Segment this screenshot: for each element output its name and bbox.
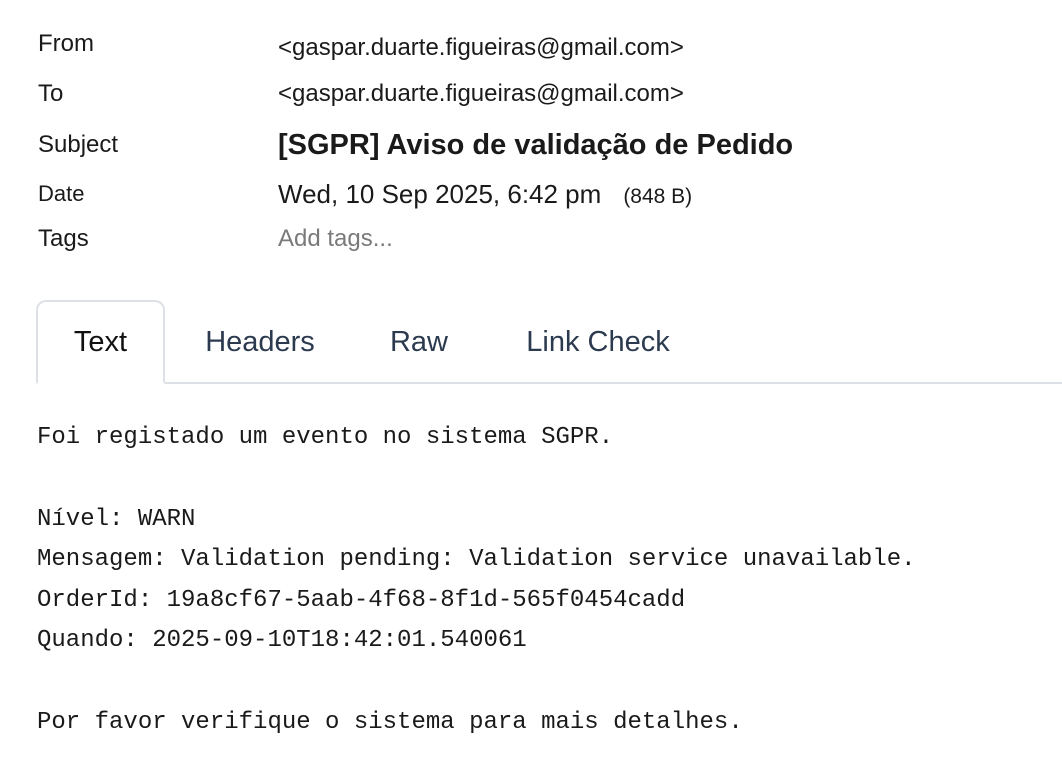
body-blank-line [37,662,1062,703]
subject-text: [SGPR] Aviso de validação de Pedido [278,129,794,161]
from-address[interactable]: <gaspar.duarte.figueiras@gmail.com> [278,34,684,62]
tab-headers[interactable]: Headers [199,300,321,384]
date-text: Wed, 10 Sep 2025, 6:42 pm [278,179,602,209]
body-line: Foi registado um evento no sistema SGPR. [37,424,614,451]
tags-label: Tags [38,225,89,252]
tab-raw[interactable]: Raw [388,300,450,384]
tab-text[interactable]: Text [36,300,165,384]
message-size: (848 B) [623,185,693,208]
message-headers: From <gaspar.duarte.figueiras@gmail.com>… [38,30,1038,269]
body-line: Mensagem: Validation pending: Validation… [37,546,916,573]
body-line: Nível: WARN [37,505,196,533]
date-value-group: Wed, 10 Sep 2025, 6:42 pm (848 B) [278,179,692,210]
add-tags-input[interactable]: Add tags... [278,225,393,253]
tags-row: Tags Add tags... [38,225,1038,269]
to-address[interactable]: <gaspar.duarte.figueiras@gmail.com> [278,80,684,108]
tab-link-check[interactable]: Link Check [517,300,679,384]
date-row: Date Wed, 10 Sep 2025, 6:42 pm (848 B) [38,177,1038,225]
body-line: Quando: 2025-09-10T18:42:01.540061 [37,627,527,654]
body-blank-line [37,459,1062,500]
date-label: Date [38,181,85,206]
subject-label: Subject [38,131,119,158]
from-label: From [38,30,94,57]
view-tabs: Text Headers Raw Link Check [36,300,1062,384]
to-row: To <gaspar.duarte.figueiras@gmail.com> [38,80,1038,127]
from-row: From <gaspar.duarte.figueiras@gmail.com> [38,30,1038,80]
body-line: Por favor verifique o sistema para mais … [37,708,743,736]
subject-row: Subject [SGPR] Aviso de validação de Ped… [38,127,1038,177]
to-label: To [38,80,64,107]
message-body: Foi registado um evento no sistema SGPR.… [37,418,1062,743]
body-line: OrderId: 19a8cf67-5aab-4f68-8f1d-565f045… [37,586,686,614]
